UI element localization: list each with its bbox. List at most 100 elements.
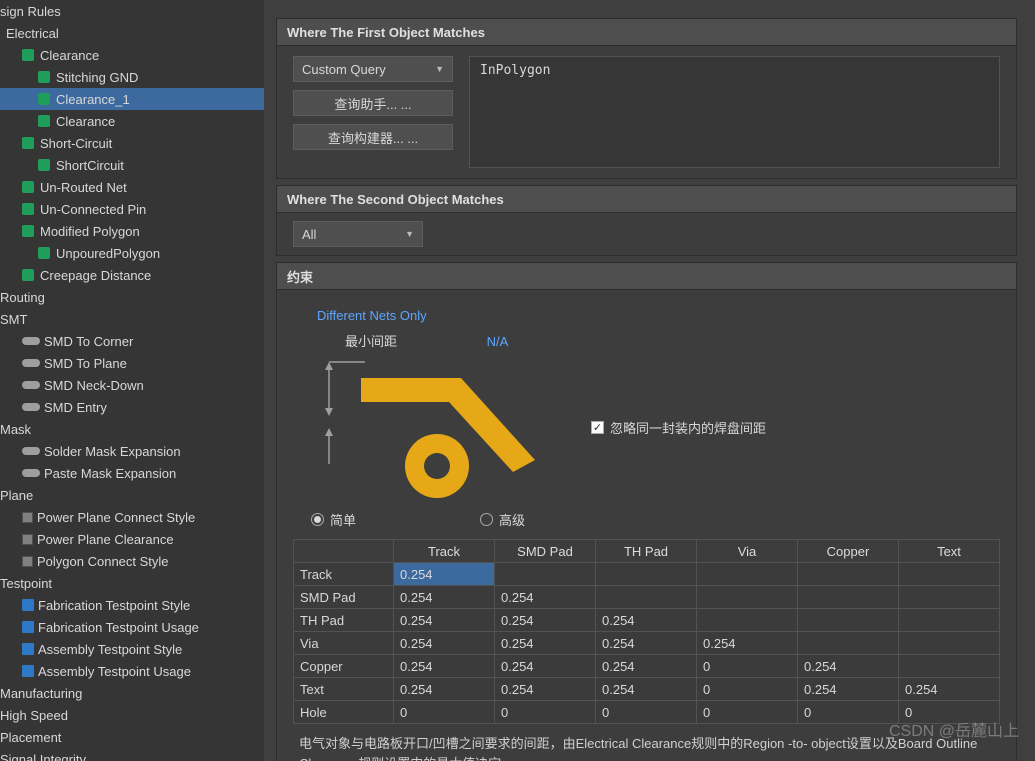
tree-item-stitching-gnd[interactable]: Stitching GND [0, 66, 264, 88]
matrix-col-track: Track [394, 540, 495, 563]
matrix-cell[interactable] [697, 563, 798, 586]
matrix-cell[interactable]: 0.254 [495, 678, 596, 701]
matrix-cell[interactable]: 0.254 [495, 632, 596, 655]
matrix-cell[interactable]: 0.254 [596, 655, 697, 678]
second-match-scope-dropdown[interactable]: All [293, 221, 423, 247]
tree-item-smd-to-corner[interactable]: SMD To Corner [0, 330, 264, 352]
matrix-cell[interactable]: 0.254 [394, 655, 495, 678]
matrix-cell[interactable]: 0 [697, 655, 798, 678]
tree-item-label: ShortCircuit [56, 158, 124, 173]
tree-item-plane[interactable]: Plane [0, 484, 264, 506]
tree-item-clearance-1[interactable]: Clearance_1 [0, 88, 264, 110]
ss-icon [22, 403, 40, 411]
matrix-cell[interactable]: 0.254 [899, 678, 1000, 701]
different-nets-link[interactable]: Different Nets Only [317, 308, 1000, 323]
tree-item-un-connected-pin[interactable]: Un-Connected Pin [0, 198, 264, 220]
matrix-cell[interactable]: 0 [798, 701, 899, 724]
tree-item-high-speed[interactable]: High Speed [0, 704, 264, 726]
table-row[interactable]: Copper0.2540.2540.25400.254 [294, 655, 1000, 678]
tree-item-routing[interactable]: Routing [0, 286, 264, 308]
matrix-cell[interactable]: 0.254 [394, 609, 495, 632]
tree-item-short-circuit[interactable]: Short-Circuit [0, 132, 264, 154]
rules-tree-sidebar[interactable]: sign RulesElectricalClearanceStitching G… [0, 0, 264, 761]
tree-item-fabrication-testpoint-style[interactable]: Fabrication Testpoint Style [0, 594, 264, 616]
tree-item-smd-entry[interactable]: SMD Entry [0, 396, 264, 418]
mode-advanced-radio[interactable]: 高级 [480, 510, 525, 529]
matrix-cell[interactable]: 0.254 [394, 678, 495, 701]
tree-item-clearance[interactable]: Clearance [0, 110, 264, 132]
tree-item-creepage-distance[interactable]: Creepage Distance [0, 264, 264, 286]
tree-item-manufacturing[interactable]: Manufacturing [0, 682, 264, 704]
matrix-cell[interactable]: 0 [697, 701, 798, 724]
tree-item-assembly-testpoint-style[interactable]: Assembly Testpoint Style [0, 638, 264, 660]
query-builder-button[interactable]: 查询构建器... ... [293, 124, 453, 150]
matrix-cell[interactable]: 0 [596, 701, 697, 724]
matrix-cell[interactable]: 0.254 [394, 632, 495, 655]
tree-item-polygon-connect-style[interactable]: Polygon Connect Style [0, 550, 264, 572]
matrix-cell[interactable] [798, 632, 899, 655]
tree-item-power-plane-connect-style[interactable]: Power Plane Connect Style [0, 506, 264, 528]
matrix-cell[interactable] [899, 586, 1000, 609]
matrix-cell[interactable]: 0 [697, 678, 798, 701]
matrix-cell[interactable] [596, 563, 697, 586]
mode-simple-radio[interactable]: 简单 [311, 510, 356, 529]
tree-item-testpoint[interactable]: Testpoint [0, 572, 264, 594]
matrix-cell[interactable] [899, 609, 1000, 632]
matrix-cell[interactable] [798, 586, 899, 609]
tree-item-solder-mask-expansion[interactable]: Solder Mask Expansion [0, 440, 264, 462]
table-row[interactable]: Text0.2540.2540.25400.2540.254 [294, 678, 1000, 701]
matrix-cell[interactable]: 0.254 [798, 655, 899, 678]
tree-item-clearance[interactable]: Clearance [0, 44, 264, 66]
tree-item-signal-integrity[interactable]: Signal Integrity [0, 748, 264, 761]
matrix-cell[interactable]: 0 [495, 701, 596, 724]
matrix-cell[interactable]: 0.254 [495, 655, 596, 678]
table-row[interactable]: TH Pad0.2540.2540.254 [294, 609, 1000, 632]
matrix-cell[interactable]: 0.254 [495, 586, 596, 609]
matrix-cell[interactable]: 0.254 [495, 609, 596, 632]
query-helper-button[interactable]: 查询助手... ... [293, 90, 453, 116]
clearance-matrix-table[interactable]: TrackSMD PadTH PadViaCopperTextTrack0.25… [293, 539, 1000, 724]
tree-item-un-routed-net[interactable]: Un-Routed Net [0, 176, 264, 198]
matrix-cell[interactable] [697, 586, 798, 609]
tree-item-unpouredpolygon[interactable]: UnpouredPolygon [0, 242, 264, 264]
tree-item-assembly-testpoint-usage[interactable]: Assembly Testpoint Usage [0, 660, 264, 682]
tree-item-placement[interactable]: Placement [0, 726, 264, 748]
tree-root[interactable]: sign Rules [0, 0, 264, 22]
matrix-cell[interactable]: 0.254 [697, 632, 798, 655]
tree-item-label: Clearance_1 [56, 92, 130, 107]
first-match-scope-dropdown[interactable]: Custom Query [293, 56, 453, 82]
matrix-cell[interactable] [798, 609, 899, 632]
matrix-cell[interactable]: 0.254 [394, 586, 495, 609]
matrix-cell[interactable]: 0.254 [596, 609, 697, 632]
matrix-cell[interactable] [596, 586, 697, 609]
tree-item-smd-neck-down[interactable]: SMD Neck-Down [0, 374, 264, 396]
tree-item-modified-polygon[interactable]: Modified Polygon [0, 220, 264, 242]
matrix-cell[interactable] [899, 655, 1000, 678]
tree-item-smt[interactable]: SMT [0, 308, 264, 330]
matrix-cell[interactable] [899, 632, 1000, 655]
tree-item-label: Power Plane Clearance [37, 532, 174, 547]
tree-item-fabrication-testpoint-usage[interactable]: Fabrication Testpoint Usage [0, 616, 264, 638]
tree-item-electrical[interactable]: Electrical [0, 22, 264, 44]
matrix-cell[interactable]: 0.254 [798, 678, 899, 701]
tree-item-paste-mask-expansion[interactable]: Paste Mask Expansion [0, 462, 264, 484]
tree-item-smd-to-plane[interactable]: SMD To Plane [0, 352, 264, 374]
matrix-cell[interactable]: 0.254 [596, 678, 697, 701]
tree-item-label: SMD Neck-Down [44, 378, 144, 393]
table-row[interactable]: SMD Pad0.2540.254 [294, 586, 1000, 609]
matrix-cell[interactable] [798, 563, 899, 586]
tree-item-power-plane-clearance[interactable]: Power Plane Clearance [0, 528, 264, 550]
matrix-cell[interactable]: 0 [394, 701, 495, 724]
query-textarea[interactable]: InPolygon [469, 56, 1000, 168]
tree-item-label: Signal Integrity [0, 752, 86, 761]
matrix-cell[interactable] [697, 609, 798, 632]
matrix-cell[interactable]: 0.254 [596, 632, 697, 655]
ignore-same-footprint-checkbox[interactable]: 忽略同一封装内的焊盘间距 [591, 418, 766, 437]
tree-item-shortcircuit[interactable]: ShortCircuit [0, 154, 264, 176]
tree-item-mask[interactable]: Mask [0, 418, 264, 440]
matrix-cell[interactable] [495, 563, 596, 586]
table-row[interactable]: Via0.2540.2540.2540.254 [294, 632, 1000, 655]
table-row[interactable]: Track0.254 [294, 563, 1000, 586]
matrix-cell[interactable]: 0.254 [394, 563, 495, 586]
matrix-cell[interactable] [899, 563, 1000, 586]
